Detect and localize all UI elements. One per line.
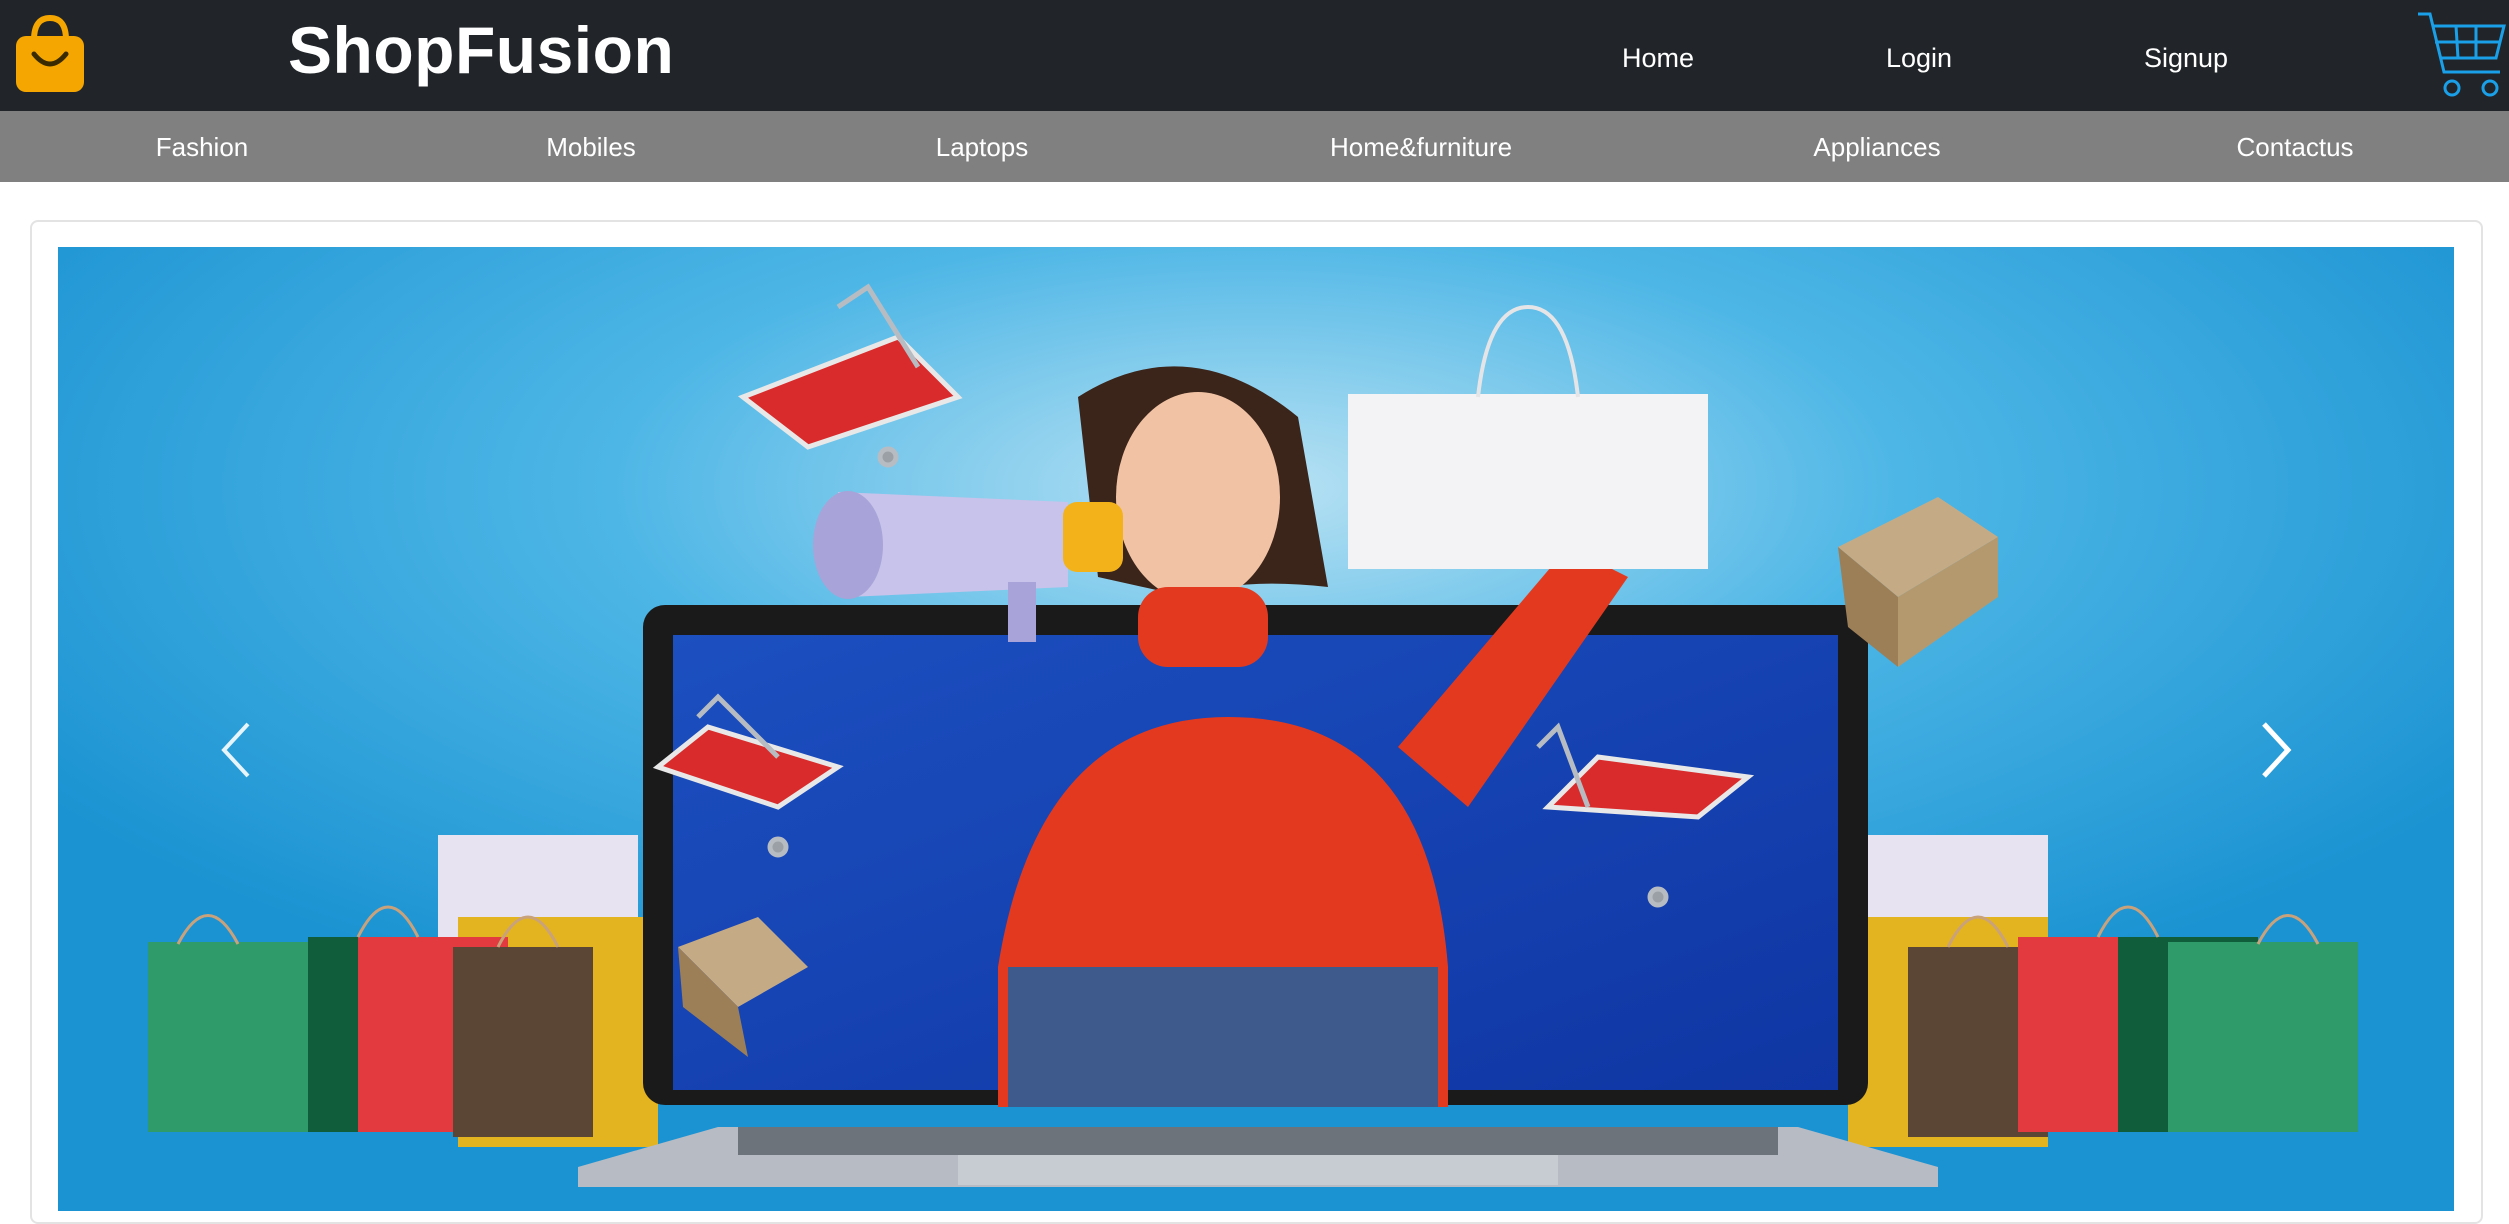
category-fashion[interactable]: Fashion [156, 129, 249, 165]
category-bar: Fashion Mobiles Laptops Home&furniture A… [0, 111, 2509, 182]
brand-title[interactable]: ShopFusion [288, 10, 674, 90]
shopping-cart-icon[interactable] [2416, 6, 2506, 98]
shopping-bag-icon[interactable] [12, 14, 88, 94]
category-laptops[interactable]: Laptops [936, 129, 1029, 165]
category-contactus[interactable]: Contactus [2236, 129, 2353, 165]
category-home-furniture[interactable]: Home&furniture [1330, 129, 1512, 165]
carousel-slide-image [58, 247, 2454, 1211]
category-mobiles[interactable]: Mobiles [546, 129, 636, 165]
nav-signup-link[interactable]: Signup [2144, 38, 2228, 78]
top-navbar: ShopFusion Home Login Signup [0, 0, 2509, 111]
chevron-left-icon[interactable] [202, 700, 272, 800]
category-appliances[interactable]: Appliances [1813, 129, 1940, 165]
chevron-right-icon[interactable] [2240, 700, 2310, 800]
nav-login-link[interactable]: Login [1886, 38, 1952, 78]
nav-home-link[interactable]: Home [1622, 38, 1694, 78]
